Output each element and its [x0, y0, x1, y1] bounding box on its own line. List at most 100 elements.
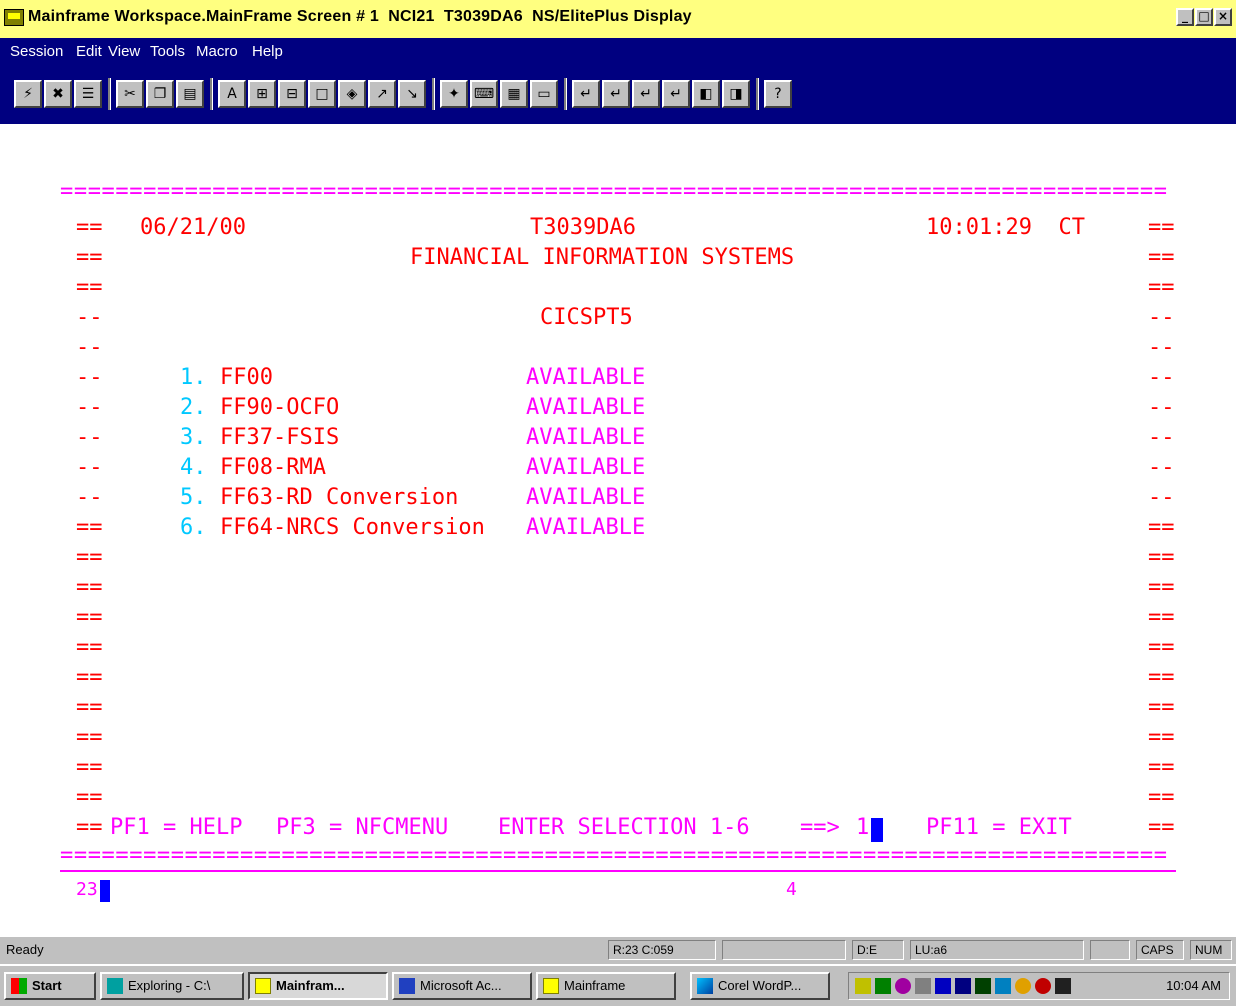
scheduler-icon[interactable]	[895, 978, 911, 994]
maximize-button[interactable]: □	[1195, 8, 1213, 26]
color-icon[interactable]: ◈	[338, 80, 366, 108]
app-icon[interactable]	[4, 9, 24, 26]
left-mark: --	[76, 455, 103, 480]
screen-date: 06/21/00	[140, 215, 246, 240]
selection-input[interactable]: 1	[856, 816, 869, 840]
screen-subheading: CICSPT5	[540, 305, 633, 330]
option-number: 6.	[180, 515, 207, 540]
right-mark: ==	[1148, 695, 1175, 720]
task-label: Corel WordP...	[718, 978, 802, 993]
right-mark: ==	[1148, 725, 1175, 750]
pf1-help-label: PF1 = HELP	[110, 815, 243, 840]
right-mark: --	[1148, 485, 1175, 510]
system-tray: 10:04 AM	[848, 972, 1230, 1000]
menu-edit[interactable]: Edit	[76, 43, 102, 60]
zoom-out-icon[interactable]: ⊟	[278, 80, 306, 108]
left-mark: ==	[76, 635, 103, 660]
top-border: ========================================…	[60, 179, 1168, 204]
screen-heading: FINANCIAL INFORMATION SYSTEMS	[410, 245, 795, 270]
receive-icon[interactable]: ↘	[398, 80, 426, 108]
right-mark: --	[1148, 425, 1175, 450]
task-mainframe-active[interactable]: Mainfram...	[248, 972, 388, 1000]
left-mark: ==	[76, 575, 103, 600]
mainframe-icon	[255, 978, 271, 994]
left-mark: ==	[76, 725, 103, 750]
macro-icon[interactable]: ✦	[440, 80, 468, 108]
network-icon[interactable]	[875, 978, 891, 994]
pf1-icon[interactable]: ↵	[572, 80, 600, 108]
volume-icon[interactable]	[855, 978, 871, 994]
pf2-icon[interactable]: ↵	[602, 80, 630, 108]
paste-icon[interactable]: ▤	[176, 80, 204, 108]
left-mark: ==	[76, 215, 103, 240]
task-exploring[interactable]: Exploring - C:\	[100, 972, 244, 1000]
record-icon[interactable]: ◧	[692, 80, 720, 108]
task-icon[interactable]	[1055, 978, 1071, 994]
pf3-icon[interactable]: ↵	[632, 80, 660, 108]
right-mark: ==	[1148, 545, 1175, 570]
option-number: 2.	[180, 395, 207, 420]
option-number: 3.	[180, 425, 207, 450]
minimize-button[interactable]: _	[1176, 8, 1194, 26]
pen-icon[interactable]	[915, 978, 931, 994]
task-microsoft-access[interactable]: Microsoft Ac...	[392, 972, 532, 1000]
properties-icon[interactable]: ☰	[74, 80, 102, 108]
input-cursor	[871, 818, 883, 842]
menu-tools[interactable]: Tools	[150, 43, 185, 60]
left-mark: ==	[76, 245, 103, 270]
zoom-in-icon[interactable]: ⊞	[248, 80, 276, 108]
right-mark: ==	[1148, 575, 1175, 600]
print-icon[interactable]: ▭	[530, 80, 558, 108]
shield-icon[interactable]	[1015, 978, 1031, 994]
send-icon[interactable]: ↗	[368, 80, 396, 108]
task-label: Microsoft Ac...	[420, 978, 502, 993]
pointer-icon[interactable]	[995, 978, 1011, 994]
close-button[interactable]: ×	[1214, 8, 1232, 26]
cut-icon[interactable]: ✂	[116, 80, 144, 108]
left-mark: --	[76, 485, 103, 510]
taskbar: Start Exploring - C:\ Mainfram... Micros…	[0, 964, 1236, 1006]
row-number: 23	[76, 879, 98, 900]
explorer-icon	[107, 978, 123, 994]
start-button[interactable]: Start	[4, 972, 96, 1000]
playback-icon[interactable]: ◨	[722, 80, 750, 108]
display-icon[interactable]	[955, 978, 971, 994]
font-icon[interactable]: A	[218, 80, 246, 108]
antivirus-icon[interactable]	[1035, 978, 1051, 994]
menu-help[interactable]: Help	[252, 43, 283, 60]
right-mark: ==	[1148, 815, 1175, 840]
task-mainframe[interactable]: Mainframe	[536, 972, 676, 1000]
menu-macro[interactable]: Macro	[196, 43, 238, 60]
keyboard-icon[interactable]: ⌨	[470, 80, 498, 108]
start-label: Start	[32, 978, 62, 993]
bottom-border: ========================================…	[60, 843, 1168, 868]
status-blank	[1090, 940, 1130, 960]
right-mark: ==	[1148, 755, 1175, 780]
menu-view[interactable]: View	[108, 43, 140, 60]
right-mark: ==	[1148, 665, 1175, 690]
wordperfect-icon	[697, 978, 713, 994]
left-mark: --	[76, 425, 103, 450]
right-mark: --	[1148, 335, 1175, 360]
left-mark: ==	[76, 695, 103, 720]
monitor-icon[interactable]	[935, 978, 951, 994]
access-icon	[399, 978, 415, 994]
disconnect-icon[interactable]: ✖	[44, 80, 72, 108]
command-cursor[interactable]	[100, 880, 110, 902]
copy-icon[interactable]: ❐	[146, 80, 174, 108]
help-icon[interactable]: ?	[764, 80, 792, 108]
pf3-menu-label: PF3 = NFCMENU	[276, 815, 449, 840]
connect-icon[interactable]: ⚡	[14, 80, 42, 108]
task-corel-wordperfect[interactable]: Corel WordP...	[690, 972, 830, 1000]
pf4-icon[interactable]: ↵	[662, 80, 690, 108]
clock[interactable]: 10:04 AM	[1166, 978, 1221, 993]
option-name: FF63-RD Conversion	[220, 485, 459, 510]
title-bar[interactable]: Mainframe Workspace.MainFrame Screen # 1…	[0, 0, 1236, 38]
option-name: FF90-OCFO	[220, 395, 340, 420]
toolbar: ⚡ ✖ ☰ ✂ ❐ ▤ A ⊞ ⊟ □ ◈ ↗ ↘ ✦ ⌨ ▦ ▭ ↵ ↵ ↵ …	[0, 66, 1236, 124]
menu-session[interactable]: Session	[10, 43, 63, 60]
status-bar: Ready R:23 C:059 D:E LU:a6 CAPS NUM	[0, 936, 1236, 965]
window-icon[interactable]: □	[308, 80, 336, 108]
modem-icon[interactable]	[975, 978, 991, 994]
keypad-icon[interactable]: ▦	[500, 80, 528, 108]
